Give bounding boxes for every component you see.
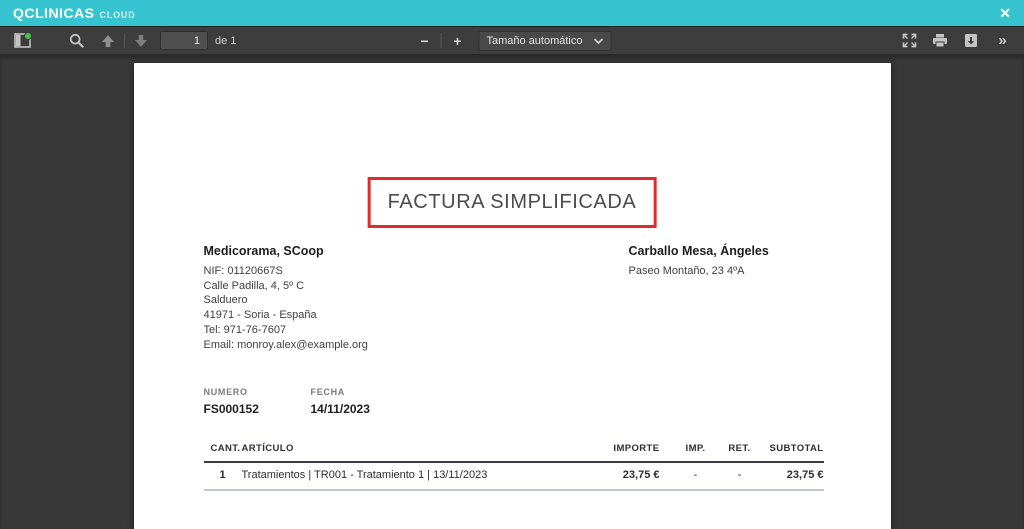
cell-imp: - (676, 469, 716, 481)
header-importe: IMPORTE (590, 443, 660, 454)
find-button[interactable] (64, 29, 88, 53)
arrow-up-icon (101, 34, 115, 48)
company-line: 41971 - Soria - España (204, 308, 368, 323)
printer-icon (932, 33, 948, 48)
invoice-number-block: NUMERO FS000152 (204, 387, 311, 416)
arrow-down-icon (134, 34, 148, 48)
previous-page-button[interactable] (96, 29, 120, 53)
cell-importe: 23,75 € (590, 469, 660, 481)
cell-subtotal: 23,75 € (760, 469, 824, 481)
page-navigation: de 1 (96, 29, 236, 53)
company-line: Calle Padilla, 4, 5º C (204, 279, 368, 294)
app-brand: QCLINICAS (13, 5, 95, 21)
page-number-input[interactable] (160, 31, 208, 50)
presentation-mode-button[interactable] (897, 29, 921, 53)
toggle-sidebar-button[interactable] (10, 29, 34, 53)
customer-line: Paseo Montaño, 23 4ºA (629, 264, 769, 279)
invoice-date-label: FECHA (311, 387, 418, 397)
header-imp: IMP. (676, 443, 716, 454)
line-items-table: CANT. ARTÍCULO IMPORTE IMP. RET. SUBTOTA… (204, 443, 824, 491)
invoice-title-highlight-box: FACTURA SIMPLIFICADA (368, 177, 657, 228)
expand-icon (902, 33, 917, 48)
invoice-number-label: NUMERO (204, 387, 311, 397)
customer-name: Carballo Mesa, Ángeles (629, 244, 769, 259)
more-tools-button[interactable]: » (990, 29, 1014, 53)
company-line: Salduero (204, 293, 368, 308)
header-cant: CANT. (204, 443, 242, 454)
page-count-label: de 1 (215, 35, 236, 47)
cell-cant: 1 (204, 469, 242, 481)
cell-ret: - (720, 469, 760, 481)
invoice-number-value: FS000152 (204, 402, 311, 416)
table-header-row: CANT. ARTÍCULO IMPORTE IMP. RET. SUBTOTA… (204, 443, 824, 463)
toolbar-separator (124, 33, 125, 48)
print-button[interactable] (928, 29, 952, 53)
app-header: QCLINICAS CLOUD ✕ (0, 0, 1024, 26)
pdf-page: FACTURA SIMPLIFICADA Medicorama, SCoop N… (134, 63, 891, 529)
zoom-controls: − + Tamaño automático (413, 27, 612, 54)
notification-dot (24, 32, 32, 40)
zoom-level-select[interactable]: Tamaño automático (479, 31, 612, 51)
company-line: Email: monroy.alex@example.org (204, 338, 368, 353)
invoice-title: FACTURA SIMPLIFICADA (388, 191, 637, 213)
cell-articulo: Tratamientos | TR001 - Tratamiento 1 | 1… (242, 469, 590, 481)
app-brand-suffix: CLOUD (100, 7, 136, 20)
customer-address-block: Carballo Mesa, Ángeles Paseo Montaño, 23… (629, 244, 769, 279)
invoice-date-block: FECHA 14/11/2023 (311, 387, 418, 416)
company-name: Medicorama, SCoop (204, 244, 368, 259)
pdf-viewer-area[interactable]: FACTURA SIMPLIFICADA Medicorama, SCoop N… (0, 55, 1024, 529)
chevron-down-icon (594, 35, 604, 47)
search-icon (69, 33, 84, 48)
company-line: Tel: 971-76-7607 (204, 323, 368, 338)
company-address-block: Medicorama, SCoop NIF: 01120667S Calle P… (204, 244, 368, 352)
toolbar-right-group: » (897, 29, 1016, 53)
invoice-date-value: 14/11/2023 (311, 402, 418, 416)
header-subtotal: SUBTOTAL (760, 443, 824, 454)
table-row: 1 Tratamientos | TR001 - Tratamiento 1 |… (204, 463, 824, 491)
download-icon (964, 33, 978, 48)
company-line: NIF: 01120667S (204, 264, 368, 279)
zoom-out-button[interactable]: − (413, 29, 437, 53)
next-page-button[interactable] (129, 29, 153, 53)
header-ret: RET. (720, 443, 760, 454)
header-articulo: ARTÍCULO (242, 443, 590, 454)
pdf-toolbar: de 1 − + Tamaño automático (0, 26, 1024, 55)
close-icon[interactable]: ✕ (999, 6, 1011, 20)
zoom-in-button[interactable]: + (446, 29, 470, 53)
download-button[interactable] (959, 29, 983, 53)
zoom-level-value: Tamaño automático (487, 35, 583, 47)
invoice-meta: NUMERO FS000152 FECHA 14/11/2023 (204, 387, 418, 416)
toolbar-separator (441, 33, 442, 48)
